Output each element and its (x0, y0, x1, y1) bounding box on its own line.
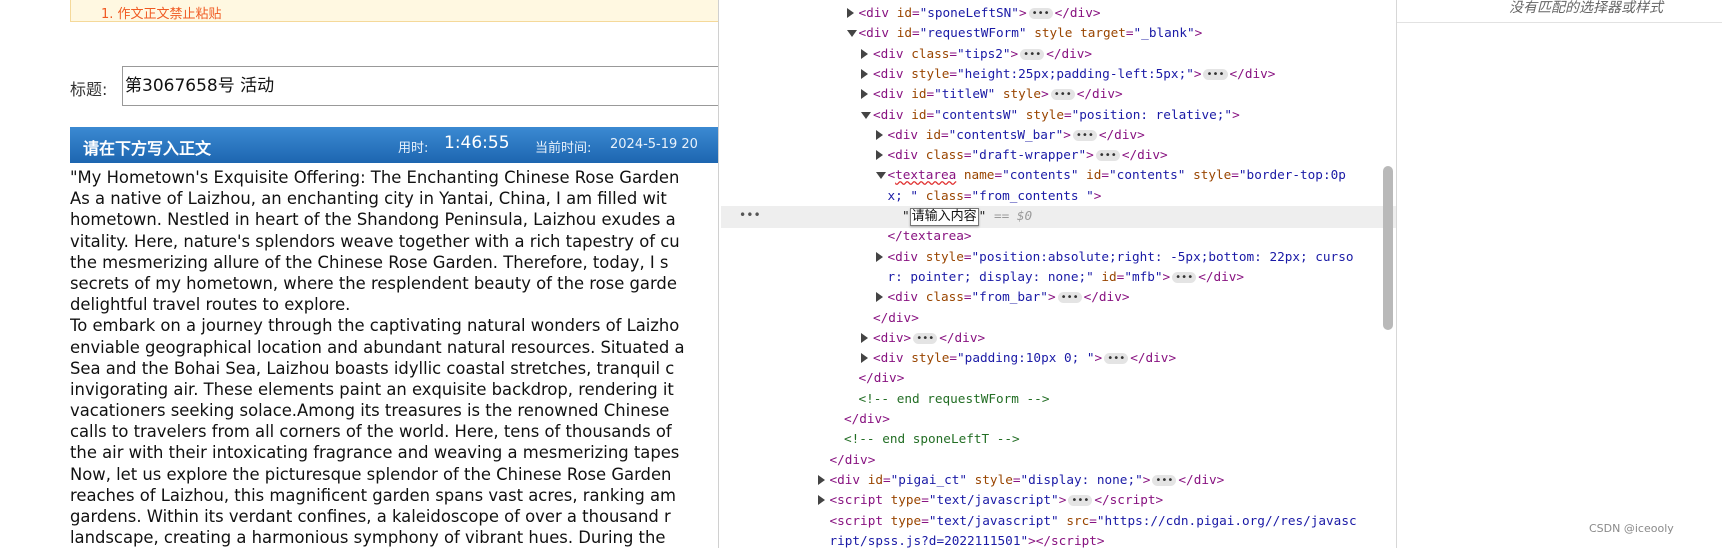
essay-line: the air with their intoxicating fragranc… (70, 443, 680, 463)
collapse-triangle-icon[interactable] (846, 30, 857, 38)
dom-node-line[interactable]: </div> (859, 368, 905, 388)
expand-triangle-icon[interactable] (875, 292, 883, 303)
devtools-scrollbar[interactable] (1383, 166, 1393, 330)
essay-line: As a native of Laizhou, an enchanting ci… (70, 189, 667, 209)
styles-panel: 没有匹配的选择器或样式 CSDN @iceooly (1396, 0, 1722, 548)
dom-node-line[interactable]: <script type="text/javascript"> ••• </scri… (830, 490, 1164, 510)
essay-line: delightful travel routes to explore. (70, 295, 351, 315)
essay-line: To embark on a journey through the capti… (70, 316, 680, 336)
tip-text: 1. 作文正文禁止粘贴 (101, 7, 222, 22)
essay-line: calls to travelers from all corners of t… (70, 422, 672, 442)
essay-line: vacationers seeking solace.Among its tre… (70, 401, 670, 421)
dom-node-line[interactable]: <div id="sponeLeftSN"> ••• </div> (859, 3, 1101, 23)
expand-triangle-icon[interactable] (861, 332, 868, 343)
dom-node-selected[interactable]: " 请输入内容 " == $0 (902, 206, 1032, 226)
dom-node-line[interactable]: x; " class="from_contents "> (888, 186, 1102, 206)
essay-line: landscape, creating a harmonious symphon… (70, 528, 666, 548)
dom-node-line[interactable]: r: pointer; display: none;" id="mfb"> •••… (888, 267, 1245, 287)
elapsed-time-label: 用时: (398, 141, 429, 156)
essay-line: Now, let us explore the picturesque sple… (70, 464, 672, 484)
essay-line: enviable geographical location and abund… (70, 337, 685, 357)
expand-triangle-icon[interactable] (861, 353, 868, 364)
dom-node-line[interactable]: </div> (873, 308, 919, 328)
write-content-bar: 请在下方写入正文 用时: 1:46:55 当前时间: 2024-5-19 20 (70, 127, 718, 163)
title-input[interactable]: 第3067658号 活动 (122, 66, 718, 106)
dom-node-line[interactable]: <div style="padding:10px 0; "> ••• </div> (873, 348, 1176, 368)
essay-line: gardens. Within its verdant confines, a … (70, 507, 671, 526)
expand-triangle-icon[interactable] (817, 474, 825, 485)
elapsed-time-value: 1:46:55 (444, 133, 510, 153)
expand-triangle-icon[interactable] (861, 89, 868, 100)
tips-box: 1. 作文正文禁止粘贴 (70, 0, 718, 22)
devtools-elements-panel: ••• <div id="sponeLeftSN"> ••• </div> <div … (718, 0, 1396, 548)
no-matching-selectors-text: 没有匹配的选择器或样式 (1509, 0, 1663, 16)
dom-node-line[interactable]: <div id="pigai_ct" style="display: none;… (830, 470, 1225, 490)
expand-triangle-icon[interactable] (861, 68, 868, 79)
dom-node-line[interactable]: <div id="requestWForm" style target="_bl… (859, 23, 1203, 43)
dom-node-line[interactable]: <div id="contentsW_bar"> ••• </div> (888, 125, 1145, 145)
dom-node-line[interactable]: <div id="titleW" style> ••• </div> (873, 84, 1123, 104)
title-label: 标题: (70, 80, 108, 99)
dom-node-line[interactable]: </textarea> (888, 226, 972, 246)
node-actions-icon[interactable]: ••• (739, 208, 761, 222)
dom-node-line[interactable]: <div id="contentsW" style="position: rel… (873, 105, 1240, 125)
collapse-triangle-icon[interactable] (861, 111, 871, 119)
essay-line: invigorating air. These elements paint a… (70, 379, 674, 399)
essay-content-textarea[interactable]: "My Hometown's Exquisite Offering: The E… (70, 167, 718, 548)
collapse-triangle-icon[interactable] (875, 172, 886, 180)
essay-line: hometown. Nestled in heart of the Shando… (70, 210, 676, 230)
expand-triangle-icon[interactable] (875, 150, 883, 161)
dom-node-line[interactable]: ript/spss.js?d=2022111501"></script> (830, 531, 1105, 548)
essay-line: vitality. Here, nature's splendors weave… (70, 231, 680, 251)
watermark: CSDN @iceooly (1589, 522, 1674, 535)
expand-triangle-icon[interactable] (861, 48, 868, 59)
dom-node-line[interactable]: <!-- end sponeLeftT --> (844, 429, 1020, 449)
dom-node-line[interactable]: <div style="position:absolute;right: -5p… (888, 247, 1354, 267)
essay-line: "My Hometown's Exquisite Offering: The E… (70, 168, 680, 187)
essay-line: reaches of Laizhou, this magnificent gar… (70, 485, 676, 505)
expand-triangle-icon[interactable] (817, 495, 825, 506)
essay-line: the mesmerizing allure of the Chinese Ro… (70, 252, 669, 272)
write-content-title: 请在下方写入正文 (83, 139, 212, 158)
essay-editor-page: 1. 作文正文禁止粘贴 标题: 第3067658号 活动 请在下方写入正文 用时… (0, 0, 718, 548)
dom-node-line[interactable]: <div style="height:25px;padding-left:5px… (873, 64, 1275, 84)
dom-node-line[interactable]: </div> (844, 409, 890, 429)
dom-node-line[interactable]: <textarea name="contents" id="contents" … (888, 165, 1346, 185)
dom-node-line[interactable]: <!-- end requestWForm --> (859, 389, 1050, 409)
expand-triangle-icon[interactable] (846, 8, 854, 18)
current-time-value: 2024-5-19 20 (610, 137, 698, 152)
dom-node-line[interactable]: <div class="tips2"> ••• </div> (873, 44, 1092, 64)
essay-line: Sea and the Bohai Sea, Laizhou boasts id… (70, 358, 675, 378)
current-time-label: 当前时间: (535, 141, 592, 156)
expand-triangle-icon[interactable] (875, 129, 883, 140)
dom-node-line[interactable]: </div> (830, 450, 876, 470)
styles-divider (1397, 22, 1722, 23)
essay-line: secrets of my hometown, where the resple… (70, 273, 677, 293)
expand-triangle-icon[interactable] (875, 251, 883, 262)
selected-node-row[interactable] (721, 206, 1396, 228)
dom-node-line[interactable]: <div class="from_bar"> ••• </div> (888, 287, 1130, 307)
dom-node-line[interactable]: <div> ••• </div> (873, 328, 985, 348)
dom-node-line[interactable]: <div class="draft-wrapper"> ••• </div> (888, 145, 1168, 165)
dom-node-line[interactable]: <script type="text/javascript" src="http… (830, 511, 1357, 531)
